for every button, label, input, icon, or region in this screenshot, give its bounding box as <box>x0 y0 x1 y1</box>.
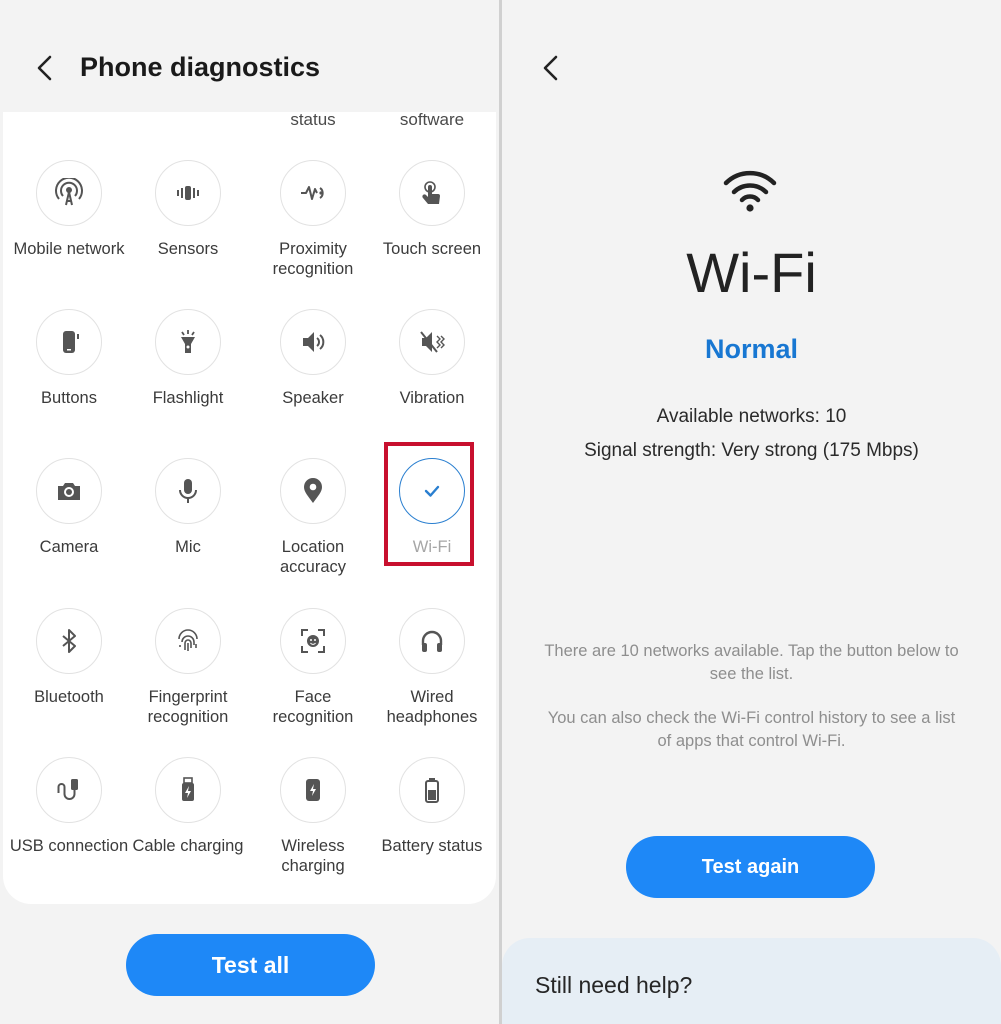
speaker-icon <box>303 332 325 352</box>
tile-fingerprint-recognition[interactable]: Fingerprint recognition <box>128 608 248 727</box>
sensors-icon <box>177 186 199 200</box>
tile-buttons[interactable]: Buttons <box>9 309 129 408</box>
mic-icon <box>179 479 197 503</box>
tile-label: Flashlight <box>152 389 224 407</box>
help-panel[interactable]: Still need help? <box>502 938 1001 1024</box>
wireless-charging-icon <box>306 779 320 801</box>
tile-label: Touch screen <box>382 240 482 258</box>
phone-diagnostics-screen: Phone diagnostics status software Mobile… <box>0 0 499 1024</box>
signal-strength-text: Signal strength: Very strong (175 Mbps) <box>584 440 919 461</box>
tile-label: Face recognition <box>272 688 354 726</box>
tile-label: Camera <box>39 538 99 556</box>
tile-location-accuracy[interactable]: Location accuracy <box>253 458 373 577</box>
tile-touch-screen[interactable]: Touch screen <box>372 160 492 259</box>
tile-sensors[interactable]: Sensors <box>128 160 248 259</box>
tile-label: Battery status <box>381 837 483 855</box>
tile-label: Bluetooth <box>34 688 104 706</box>
partial-tile-label: software <box>399 110 465 129</box>
wifi-icon <box>723 170 777 212</box>
tile-bluetooth[interactable]: Bluetooth <box>9 608 129 707</box>
flashlight-icon <box>181 330 195 353</box>
tile-label: Wired headphones <box>386 688 478 726</box>
partial-tile-label: status <box>290 110 336 129</box>
tile-camera[interactable]: Camera <box>9 458 129 557</box>
test-again-button[interactable]: Test again <box>626 836 875 898</box>
tile-label: Location accuracy <box>279 538 347 576</box>
tile-label: Proximity recognition <box>272 240 354 278</box>
available-networks-text: Available networks: 10 <box>656 406 847 427</box>
tile-wired-headphones[interactable]: Wired headphones <box>372 608 492 727</box>
back-button[interactable] <box>536 48 566 88</box>
tile-label: Mobile network <box>13 240 125 258</box>
tile-flashlight[interactable]: Flashlight <box>128 309 248 408</box>
tile-label: Wireless charging <box>281 837 345 875</box>
vibration-icon <box>420 331 445 353</box>
page-title: Phone diagnostics <box>80 52 321 82</box>
tile-label: Fingerprint recognition <box>147 688 229 726</box>
result-status: Normal <box>704 334 799 364</box>
buttons-icon <box>63 331 79 353</box>
tile-label: Mic <box>175 538 201 556</box>
tile-label: Cable charging <box>132 837 244 855</box>
tile-label: Speaker <box>282 389 344 407</box>
location-icon <box>304 478 322 503</box>
headphones-icon <box>421 630 443 652</box>
tile-label: Sensors <box>157 240 219 258</box>
tile-mic[interactable]: Mic <box>128 458 248 557</box>
tile-speaker[interactable]: Speaker <box>253 309 373 408</box>
fingerprint-icon <box>178 629 198 651</box>
tile-label: USB connection <box>9 837 129 855</box>
back-button[interactable] <box>30 48 60 88</box>
tile-vibration[interactable]: Vibration <box>372 309 492 408</box>
battery-icon <box>425 778 439 803</box>
face-recognition-icon <box>301 629 325 653</box>
touch-screen-icon <box>422 181 440 204</box>
chevron-left-icon <box>37 55 52 81</box>
tile-mobile-network[interactable]: Mobile network <box>9 160 129 259</box>
usb-icon <box>57 779 78 800</box>
tile-cable-charging[interactable]: Cable charging <box>128 757 248 856</box>
tile-face-recognition[interactable]: Face recognition <box>253 608 373 727</box>
proximity-icon <box>301 186 324 200</box>
bluetooth-icon <box>62 629 76 653</box>
wifi-result-screen: Wi-Fi Normal Available networks: 10 Sign… <box>502 0 1001 1024</box>
mobile-network-icon <box>55 178 83 206</box>
tile-usb-connection[interactable]: USB connection <box>9 757 129 856</box>
camera-icon <box>58 483 80 500</box>
result-title: Wi-Fi <box>686 241 817 304</box>
chevron-left-icon <box>543 55 558 81</box>
cable-charging-icon <box>182 777 194 801</box>
tile-proximity-recognition[interactable]: Proximity recognition <box>253 160 373 279</box>
tile-label: Vibration <box>399 389 465 407</box>
highlight-box <box>384 442 474 566</box>
tile-battery-status[interactable]: Battery status <box>372 757 492 856</box>
test-all-button[interactable]: Test all <box>126 934 375 996</box>
hint-networks-text: There are 10 networks available. Tap the… <box>544 642 959 683</box>
help-title: Still need help? <box>535 972 693 998</box>
tile-wireless-charging[interactable]: Wireless charging <box>253 757 373 876</box>
tile-label: Buttons <box>41 389 97 407</box>
hint-control-history-text: You can also check the Wi-Fi control his… <box>547 709 956 750</box>
